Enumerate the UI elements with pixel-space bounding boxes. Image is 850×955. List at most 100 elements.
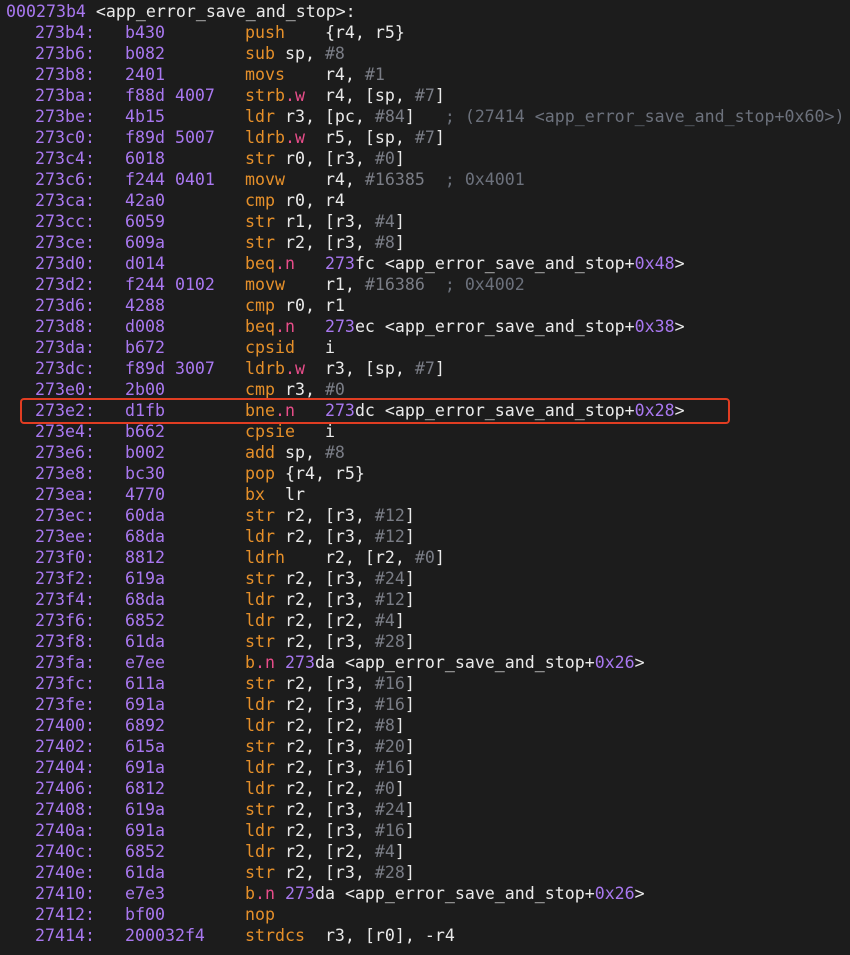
instruction-row[interactable]: 273e6: b002 add sp, #8 xyxy=(0,442,850,463)
instruction-text: str r2, [r3, #28] xyxy=(245,631,415,652)
instruction-text: strb.w r4, [sp, #7] xyxy=(245,85,445,106)
asm-token: beq xyxy=(245,317,275,336)
instruction-bytes: 619a xyxy=(125,800,165,819)
instruction-text: bx lr xyxy=(245,484,305,505)
asm-token: > xyxy=(674,254,685,273)
instruction-row[interactable]: 273ec: 60da str r2, [r3, #12] xyxy=(0,505,850,526)
instruction-bytes: 61da xyxy=(125,632,165,651)
instruction-row[interactable]: 273e8: bc30 pop {r4, r5} xyxy=(0,463,850,484)
asm-token: #16 xyxy=(374,695,405,714)
instruction-row[interactable]: 273d8: d008 beq.n 273ec <app_error_save_an… xyxy=(0,316,850,337)
instruction-row[interactable]: 273ca: 42a0 cmp r0, r4 xyxy=(0,190,850,211)
instruction-address: 27412: xyxy=(35,905,95,924)
instruction-bytes: 42a0 xyxy=(125,191,165,210)
instruction-row[interactable]: 273fc: 611a str r2, [r3, #16] xyxy=(0,673,850,694)
instruction-row[interactable]: 273fa: e7ee b.n 273da <app_error_save_and_… xyxy=(0,652,850,673)
asm-token: r5, [sp, xyxy=(304,128,415,147)
asm-token: str xyxy=(245,569,285,588)
instruction-row[interactable]: 273b4: b430 push {r4, r5} xyxy=(0,22,850,43)
instruction-row[interactable]: 273d2: f244 0102 movw r1, #16386 ; 0x4002 xyxy=(0,274,850,295)
instruction-text: cpsid i xyxy=(245,337,335,358)
instruction-row[interactable]: 273ea: 4770 bx lr xyxy=(0,484,850,505)
instruction-address: 273cc: xyxy=(35,212,95,231)
asm-token: ] xyxy=(404,695,415,714)
instruction-row[interactable]: 27404: 691a ldr r2, [r3, #16] xyxy=(0,757,850,778)
asm-token: ] xyxy=(404,527,415,546)
asm-token: beq xyxy=(245,254,275,273)
asm-token: 0x26 xyxy=(594,884,635,903)
asm-token: ldr xyxy=(245,758,285,777)
instruction-row[interactable]: 273c6: f244 0401 movw r4, #16385 ; 0x4001 xyxy=(0,169,850,190)
asm-token: #7 xyxy=(414,359,435,378)
asm-token: #1 xyxy=(364,65,385,84)
instruction-row[interactable]: 27408: 619a str r2, [r3, #24] xyxy=(0,799,850,820)
instruction-row[interactable]: 2740a: 691a ldr r2, [r3, #16] xyxy=(0,820,850,841)
instruction-row[interactable]: 273c0: f89d 5007 ldrb.w r5, [sp, #7] xyxy=(0,127,850,148)
asm-token: r2, [r2, xyxy=(284,779,375,798)
instruction-bytes: 619a xyxy=(125,569,165,588)
instruction-text: beq.n 273fc <app_error_save_and_stop+0x4… xyxy=(245,253,685,274)
instruction-row[interactable]: 273dc: f89d 3007 ldrb.w r3, [sp, #7] xyxy=(0,358,850,379)
asm-token: 273 xyxy=(284,884,315,903)
instruction-row[interactable]: 273e4: b662 cpsie i xyxy=(0,421,850,442)
instruction-row[interactable]: 2740e: 61da str r2, [r3, #28] xyxy=(0,862,850,883)
instruction-row[interactable]: 273b6: b082 sub sp, #8 xyxy=(0,43,850,64)
instruction-address: 273e2: xyxy=(35,401,95,420)
instruction-row[interactable]: 273f8: 61da str r2, [r3, #28] xyxy=(0,631,850,652)
asm-token: 0x38 xyxy=(634,317,675,336)
instruction-row[interactable]: 273f4: 68da ldr r2, [r3, #12] xyxy=(0,589,850,610)
instruction-row[interactable]: 27402: 615a str r2, [r3, #20] xyxy=(0,736,850,757)
asm-token: #20 xyxy=(374,737,405,756)
instruction-list: 273b4: b430 push {r4, r5} 273b6: b082 sub sp,… xyxy=(0,22,850,946)
asm-token: 273 xyxy=(324,317,355,336)
instruction-row[interactable]: 273f2: 619a str r2, [r3, #24] xyxy=(0,568,850,589)
instruction-address: 273d8: xyxy=(35,317,95,336)
asm-token: #16 xyxy=(374,758,405,777)
instruction-row[interactable]: 273ee: 68da ldr r2, [r3, #12] xyxy=(0,526,850,547)
instruction-row[interactable]: 273d6: 4288 cmp r0, r1 xyxy=(0,295,850,316)
asm-token: str xyxy=(245,800,285,819)
asm-token: .n xyxy=(255,653,285,672)
instruction-row[interactable]: 2740c: 6852 ldr r2, [r2, #4] xyxy=(0,841,850,862)
instruction-address: 273fa: xyxy=(35,653,95,672)
instruction-row[interactable]: 27410: e7e3 b.n 273da <app_error_save_and_… xyxy=(0,883,850,904)
asm-token: ] xyxy=(394,842,405,861)
instruction-row[interactable]: 27414: 200032f4 strdcs r3, [r0], -r4 xyxy=(0,925,850,946)
asm-token: #24 xyxy=(374,569,405,588)
instruction-row[interactable]: 273da: b672 cpsid i xyxy=(0,337,850,358)
instruction-bytes: 68da xyxy=(125,590,165,609)
instruction-bytes: 6852 xyxy=(125,611,165,630)
instruction-bytes: 6059 xyxy=(125,212,165,231)
instruction-row[interactable]: 273b8: 2401 movs r4, #1 xyxy=(0,64,850,85)
instruction-row[interactable]: 273e2: d1fb bne.n 273dc <app_error_save_an… xyxy=(0,400,850,421)
asm-token: str xyxy=(245,632,285,651)
asm-token: r2, [r3, xyxy=(284,569,375,588)
instruction-address: 273b8: xyxy=(35,65,95,84)
instruction-row[interactable]: 273f0: 8812 ldrh r2, [r2, #0] xyxy=(0,547,850,568)
instruction-address: 273c0: xyxy=(35,128,95,147)
instruction-row[interactable]: 27406: 6812 ldr r2, [r2, #0] xyxy=(0,778,850,799)
instruction-text: bne.n 273dc <app_error_save_and_stop+0x2… xyxy=(245,400,685,421)
instruction-row[interactable]: 273d0: d014 beq.n 273fc <app_error_save_an… xyxy=(0,253,850,274)
instruction-row[interactable]: 273cc: 6059 str r1, [r3, #4] xyxy=(0,211,850,232)
asm-token: #7 xyxy=(414,128,435,147)
instruction-row[interactable]: 27400: 6892 ldr r2, [r2, #8] xyxy=(0,715,850,736)
instruction-row[interactable]: 273ce: 609a str r2, [r3, #8] xyxy=(0,232,850,253)
asm-token: r2, [r2, xyxy=(284,842,375,861)
instruction-address: 2740e: xyxy=(35,863,95,882)
instruction-row[interactable]: 273f6: 6852 ldr r2, [r2, #4] xyxy=(0,610,850,631)
instruction-row[interactable]: 273e0: 2b00 cmp r3, #0 xyxy=(0,379,850,400)
instruction-bytes: 2401 xyxy=(125,65,165,84)
instruction-address: 273ca: xyxy=(35,191,95,210)
asm-token xyxy=(295,317,325,336)
instruction-row[interactable]: 273be: 4b15 ldr r3, [pc, #84] ; (27414 <ap… xyxy=(0,106,850,127)
instruction-row[interactable]: 27412: bf00 nop xyxy=(0,904,850,925)
instruction-row[interactable]: 273c4: 6018 str r0, [r3, #0] xyxy=(0,148,850,169)
asm-token: #4 xyxy=(374,611,395,630)
instruction-address: 2740c: xyxy=(35,842,95,861)
instruction-address: 273f4: xyxy=(35,590,95,609)
instruction-row[interactable]: 273ba: f88d 4007 strb.w r4, [sp, #7] xyxy=(0,85,850,106)
instruction-bytes: b082 xyxy=(125,44,165,63)
asm-token: ldrb xyxy=(245,128,285,147)
instruction-row[interactable]: 273fe: 691a ldr r2, [r3, #16] xyxy=(0,694,850,715)
